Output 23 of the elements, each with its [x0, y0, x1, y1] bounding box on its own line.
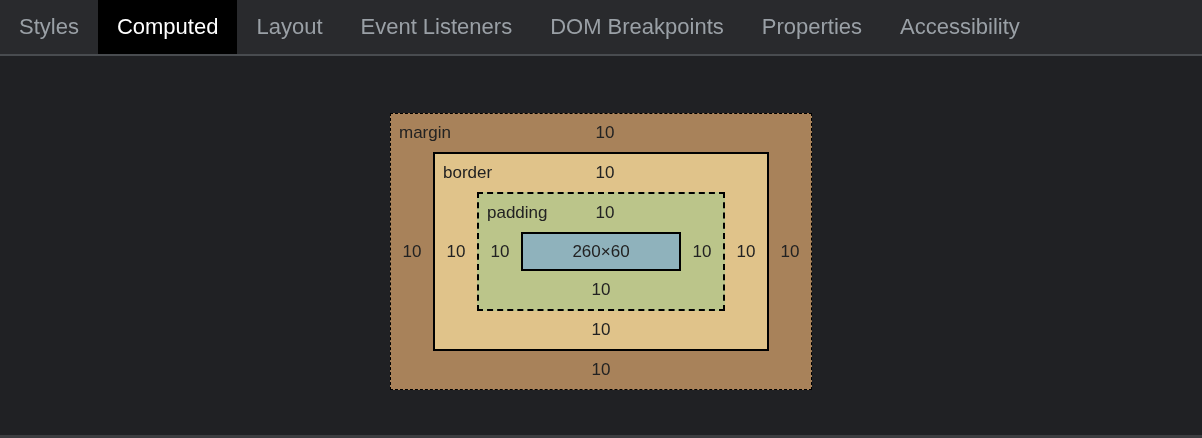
- padding-value: 10: [591, 280, 611, 300]
- tab[interactable]: Computed: [97, 0, 238, 54]
- border-value: 10: [595, 163, 615, 183]
- padding-value: 10: [490, 241, 510, 262]
- box-label: padding: [487, 203, 548, 223]
- content-box: 260×60: [521, 232, 681, 271]
- box-label: border: [443, 163, 493, 183]
- border-value: 10: [446, 241, 466, 262]
- padding-value: 10: [595, 203, 615, 223]
- tab[interactable]: Styles: [0, 0, 98, 54]
- margin-value: 10: [595, 123, 615, 143]
- tab[interactable]: Layout: [237, 0, 342, 54]
- margin-value: 10: [780, 241, 800, 262]
- margin-value: 10: [591, 360, 611, 380]
- tab[interactable]: Properties: [742, 0, 882, 54]
- border-value: 10: [736, 241, 756, 262]
- box-label: margin: [399, 123, 451, 143]
- tab[interactable]: Accessibility: [881, 0, 1039, 54]
- tab[interactable]: Event Listeners: [341, 0, 532, 54]
- border-value: 10: [591, 320, 611, 340]
- margin-value: 10: [402, 241, 422, 262]
- padding-value: 10: [692, 241, 712, 262]
- tab[interactable]: DOM Breakpoints: [531, 0, 743, 54]
